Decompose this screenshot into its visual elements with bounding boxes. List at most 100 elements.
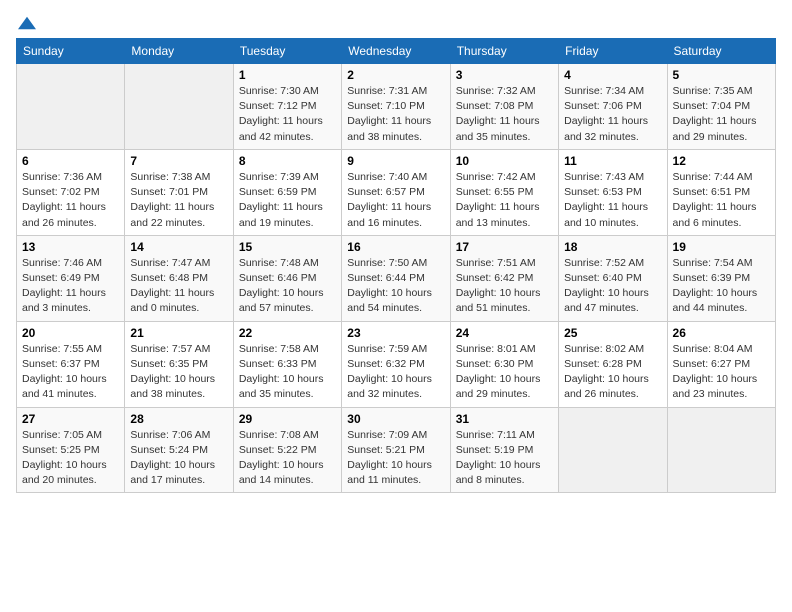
calendar-cell [17,64,125,150]
calendar-cell: 23 Sunrise: 7:59 AM Sunset: 6:32 PM Dayli… [342,321,450,407]
calendar-cell: 29 Sunrise: 7:08 AM Sunset: 5:22 PM Dayli… [233,407,341,493]
day-number: 29 [239,412,336,426]
day-number: 4 [564,68,661,82]
day-number: 10 [456,154,553,168]
day-info: Sunrise: 7:34 AM Sunset: 7:06 PM Dayligh… [564,84,661,145]
day-number: 14 [130,240,227,254]
calendar-cell: 8 Sunrise: 7:39 AM Sunset: 6:59 PM Daylig… [233,149,341,235]
calendar-cell: 1Sunrise: 7:30 AM Sunset: 7:12 PM Daylig… [233,64,341,150]
calendar-cell: 10 Sunrise: 7:42 AM Sunset: 6:55 PM Dayli… [450,149,558,235]
day-info: Sunrise: 7:46 AM Sunset: 6:49 PM Dayligh… [22,256,119,317]
calendar-cell: 3 Sunrise: 7:32 AM Sunset: 7:08 PM Daylig… [450,64,558,150]
day-number: 20 [22,326,119,340]
calendar-cell: 6 Sunrise: 7:36 AM Sunset: 7:02 PM Daylig… [17,149,125,235]
calendar-cell: 14 Sunrise: 7:47 AM Sunset: 6:48 PM Dayli… [125,235,233,321]
page-header [16,16,776,30]
logo [16,16,36,30]
calendar-cell [559,407,667,493]
day-info: Sunrise: 7:58 AM Sunset: 6:33 PM Dayligh… [239,342,336,403]
calendar-cell: 12 Sunrise: 7:44 AM Sunset: 6:51 PM Dayli… [667,149,775,235]
day-info: Sunrise: 7:31 AM Sunset: 7:10 PM Dayligh… [347,84,444,145]
calendar-cell: 9 Sunrise: 7:40 AM Sunset: 6:57 PM Daylig… [342,149,450,235]
calendar: SundayMondayTuesdayWednesdayThursdayFrid… [16,38,776,493]
calendar-cell: 22 Sunrise: 7:58 AM Sunset: 6:33 PM Dayli… [233,321,341,407]
calendar-cell: 4 Sunrise: 7:34 AM Sunset: 7:06 PM Daylig… [559,64,667,150]
calendar-week-row: 27Sunrise: 7:05 AM Sunset: 5:25 PM Dayli… [17,407,776,493]
day-number: 9 [347,154,444,168]
calendar-cell: 17 Sunrise: 7:51 AM Sunset: 6:42 PM Dayli… [450,235,558,321]
calendar-week-row: 13 Sunrise: 7:46 AM Sunset: 6:49 PM Dayli… [17,235,776,321]
calendar-cell: 30 Sunrise: 7:09 AM Sunset: 5:21 PM Dayli… [342,407,450,493]
day-number: 7 [130,154,227,168]
calendar-header-thursday: Thursday [450,39,558,64]
day-number: 21 [130,326,227,340]
day-number: 22 [239,326,336,340]
day-number: 12 [673,154,770,168]
day-number: 23 [347,326,444,340]
day-info: Sunrise: 8:01 AM Sunset: 6:30 PM Dayligh… [456,342,553,403]
day-number: 18 [564,240,661,254]
day-number: 5 [673,68,770,82]
day-info: Sunrise: 7:38 AM Sunset: 7:01 PM Dayligh… [130,170,227,231]
day-number: 3 [456,68,553,82]
day-number: 28 [130,412,227,426]
day-info: Sunrise: 7:36 AM Sunset: 7:02 PM Dayligh… [22,170,119,231]
day-number: 13 [22,240,119,254]
day-number: 2 [347,68,444,82]
calendar-header-wednesday: Wednesday [342,39,450,64]
day-number: 31 [456,412,553,426]
calendar-cell: 13 Sunrise: 7:46 AM Sunset: 6:49 PM Dayli… [17,235,125,321]
day-info: Sunrise: 7:51 AM Sunset: 6:42 PM Dayligh… [456,256,553,317]
calendar-header-saturday: Saturday [667,39,775,64]
calendar-week-row: 1Sunrise: 7:30 AM Sunset: 7:12 PM Daylig… [17,64,776,150]
day-number: 26 [673,326,770,340]
day-number: 30 [347,412,444,426]
day-info: Sunrise: 7:52 AM Sunset: 6:40 PM Dayligh… [564,256,661,317]
day-info: Sunrise: 7:57 AM Sunset: 6:35 PM Dayligh… [130,342,227,403]
calendar-cell: 26 Sunrise: 8:04 AM Sunset: 6:27 PM Dayli… [667,321,775,407]
day-number: 25 [564,326,661,340]
day-info: Sunrise: 7:06 AM Sunset: 5:24 PM Dayligh… [130,428,227,489]
logo-icon [18,16,36,30]
day-info: Sunrise: 7:54 AM Sunset: 6:39 PM Dayligh… [673,256,770,317]
calendar-cell: 15 Sunrise: 7:48 AM Sunset: 6:46 PM Dayli… [233,235,341,321]
calendar-week-row: 6 Sunrise: 7:36 AM Sunset: 7:02 PM Daylig… [17,149,776,235]
day-info: Sunrise: 7:08 AM Sunset: 5:22 PM Dayligh… [239,428,336,489]
calendar-cell: 5 Sunrise: 7:35 AM Sunset: 7:04 PM Daylig… [667,64,775,150]
calendar-cell: 7 Sunrise: 7:38 AM Sunset: 7:01 PM Daylig… [125,149,233,235]
day-info: Sunrise: 7:59 AM Sunset: 6:32 PM Dayligh… [347,342,444,403]
day-info: Sunrise: 7:09 AM Sunset: 5:21 PM Dayligh… [347,428,444,489]
day-info: Sunrise: 7:39 AM Sunset: 6:59 PM Dayligh… [239,170,336,231]
calendar-cell: 11 Sunrise: 7:43 AM Sunset: 6:53 PM Dayli… [559,149,667,235]
calendar-header-sunday: Sunday [17,39,125,64]
day-info: Sunrise: 7:40 AM Sunset: 6:57 PM Dayligh… [347,170,444,231]
calendar-cell: 24 Sunrise: 8:01 AM Sunset: 6:30 PM Dayli… [450,321,558,407]
calendar-cell: 18 Sunrise: 7:52 AM Sunset: 6:40 PM Dayli… [559,235,667,321]
day-number: 17 [456,240,553,254]
calendar-cell: 2 Sunrise: 7:31 AM Sunset: 7:10 PM Daylig… [342,64,450,150]
day-number: 15 [239,240,336,254]
day-info: Sunrise: 7:48 AM Sunset: 6:46 PM Dayligh… [239,256,336,317]
day-info: Sunrise: 7:35 AM Sunset: 7:04 PM Dayligh… [673,84,770,145]
day-info: Sunrise: 7:43 AM Sunset: 6:53 PM Dayligh… [564,170,661,231]
day-number: 19 [673,240,770,254]
day-number: 11 [564,154,661,168]
calendar-cell: 27Sunrise: 7:05 AM Sunset: 5:25 PM Dayli… [17,407,125,493]
day-number: 8 [239,154,336,168]
day-info: Sunrise: 8:04 AM Sunset: 6:27 PM Dayligh… [673,342,770,403]
calendar-cell: 25 Sunrise: 8:02 AM Sunset: 6:28 PM Dayli… [559,321,667,407]
day-info: Sunrise: 7:42 AM Sunset: 6:55 PM Dayligh… [456,170,553,231]
calendar-header-monday: Monday [125,39,233,64]
day-info: Sunrise: 7:55 AM Sunset: 6:37 PM Dayligh… [22,342,119,403]
calendar-cell: 20 Sunrise: 7:55 AM Sunset: 6:37 PM Dayli… [17,321,125,407]
day-info: Sunrise: 7:47 AM Sunset: 6:48 PM Dayligh… [130,256,227,317]
day-info: Sunrise: 7:44 AM Sunset: 6:51 PM Dayligh… [673,170,770,231]
day-info: Sunrise: 7:05 AM Sunset: 5:25 PM Dayligh… [22,428,119,489]
day-info: Sunrise: 7:32 AM Sunset: 7:08 PM Dayligh… [456,84,553,145]
calendar-week-row: 20 Sunrise: 7:55 AM Sunset: 6:37 PM Dayli… [17,321,776,407]
day-number: 6 [22,154,119,168]
day-number: 24 [456,326,553,340]
calendar-cell: 28 Sunrise: 7:06 AM Sunset: 5:24 PM Dayli… [125,407,233,493]
day-number: 16 [347,240,444,254]
day-info: Sunrise: 8:02 AM Sunset: 6:28 PM Dayligh… [564,342,661,403]
